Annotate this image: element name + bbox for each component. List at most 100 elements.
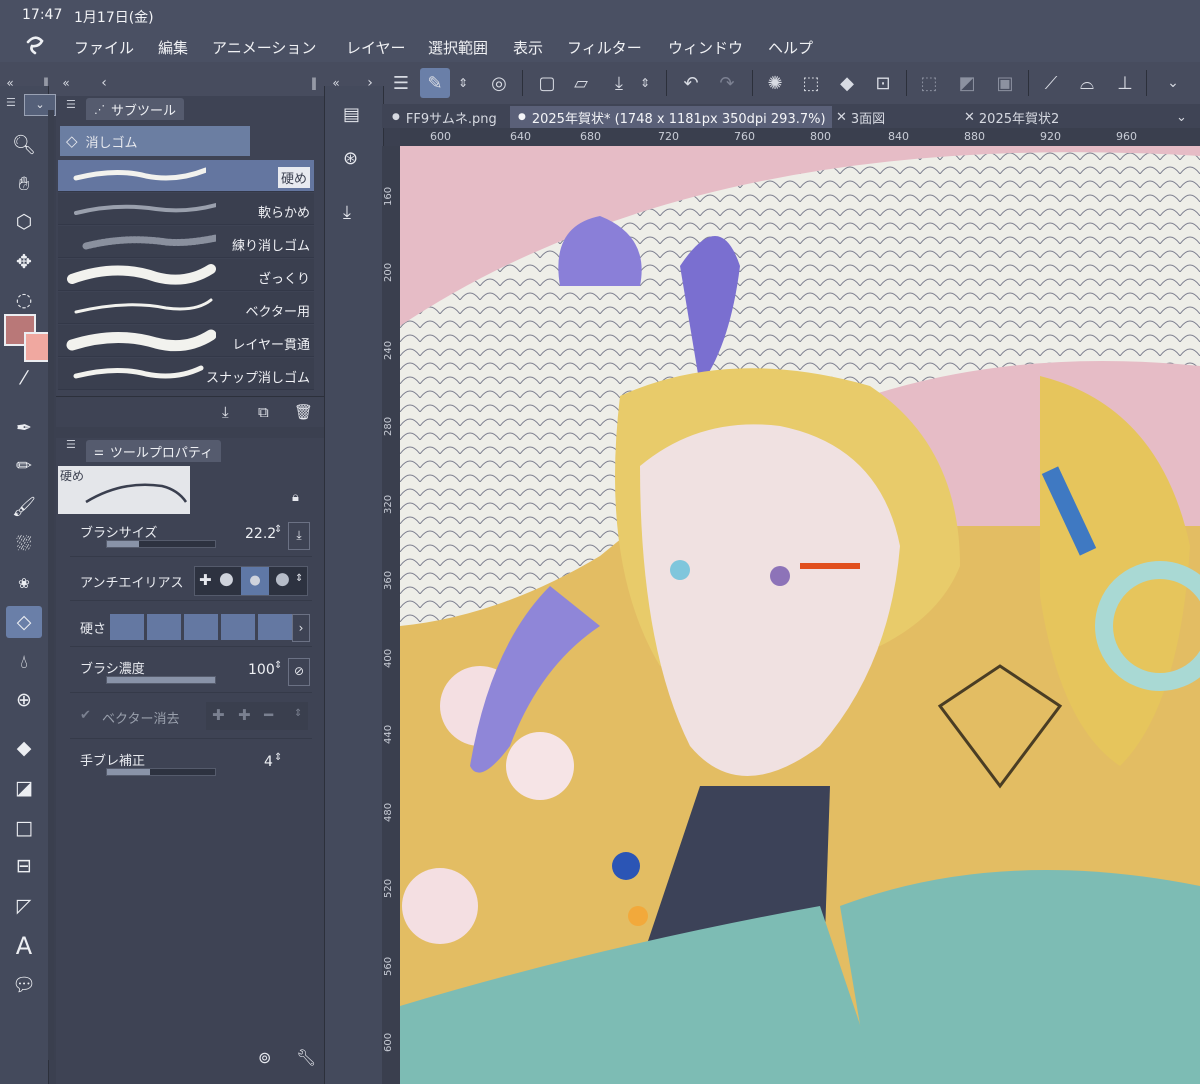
stabilization-value[interactable]: 4	[264, 754, 273, 770]
menu-filter[interactable]: フィルター	[567, 37, 642, 58]
brush-row-soft[interactable]: 軟らかめ	[58, 193, 314, 225]
tab-3view[interactable]: ✕ 3面図	[836, 106, 956, 128]
transform-icon[interactable]: ⊡	[868, 68, 898, 98]
antialias-medium-icon[interactable]: ●	[241, 567, 269, 595]
stabilization-slider[interactable]	[106, 768, 216, 776]
brush-row-kneaded[interactable]: 練り消しゴム	[58, 226, 314, 258]
hardness-step[interactable]	[258, 614, 292, 640]
initial-settings-icon[interactable]: ⊚	[258, 1048, 271, 1067]
zoom-icon[interactable]: 🔍︎	[6, 128, 42, 160]
drawing-canvas[interactable]	[400, 146, 1200, 1084]
brush-size-slider[interactable]	[106, 540, 216, 548]
updown-icon-2[interactable]: ⇕	[636, 68, 654, 98]
lasso-icon[interactable]: ◌	[6, 284, 42, 316]
airbrush-icon[interactable]: ⛆	[6, 528, 42, 560]
tool-scrollbar[interactable]	[48, 110, 54, 1060]
special-ruler-snap-icon[interactable]: ⌓	[1072, 68, 1102, 98]
text-icon[interactable]: A	[6, 930, 42, 962]
figure-icon[interactable]: ⊕	[6, 684, 42, 716]
blend-icon[interactable]: 💧︎	[6, 646, 42, 678]
panel-divider-icon-2[interactable]: ‖	[306, 68, 322, 98]
collapse-icon[interactable]: «	[56, 68, 76, 98]
close-icon[interactable]: ✕	[964, 110, 975, 125]
deselect-icon[interactable]: ⬚	[914, 68, 944, 98]
app-logo-icon[interactable]	[24, 34, 46, 56]
brush-row-snap[interactable]: スナップ消しゴム	[58, 358, 314, 390]
tab-nengajo2[interactable]: ✕ 2025年賀状2	[964, 106, 1114, 128]
new-file-icon[interactable]: ▢	[532, 68, 562, 98]
menu-help[interactable]: ヘルプ	[768, 37, 813, 58]
density-value[interactable]: 100	[248, 662, 275, 678]
tabs-menu-icon[interactable]: ⌄	[1176, 106, 1196, 128]
ruler-snap-icon[interactable]: ⟋	[1036, 68, 1066, 98]
menu-layer[interactable]: レイヤー	[346, 37, 406, 58]
fill-icon[interactable]: ◆	[6, 732, 42, 764]
brush-row-hard[interactable]: 硬め	[58, 160, 314, 192]
hand-icon[interactable]: ✋︎	[6, 168, 42, 200]
tab-ff9-thumb[interactable]: ● FF9サムネ.png	[382, 106, 516, 128]
copy-subtool-icon[interactable]: ⤓	[222, 403, 229, 421]
search-layer-icon[interactable]: ⊛	[343, 148, 358, 169]
chevron-right-icon[interactable]: ›	[292, 614, 310, 642]
antialias-none-icon[interactable]: ✚	[199, 571, 212, 589]
stepper-icon[interactable]: ⇕	[274, 752, 282, 763]
save-icon[interactable]: ⤓	[604, 68, 634, 98]
close-icon[interactable]: ✕	[836, 110, 847, 125]
panel-menu-icon[interactable]: ☰	[66, 98, 76, 111]
grid-snap-icon[interactable]: ⊥	[1110, 68, 1140, 98]
antialias-selector[interactable]: ✚ ● ● ● ⇕	[194, 566, 308, 596]
panel-menu-icon[interactable]: ☰	[66, 438, 76, 451]
trash-icon[interactable]: 🗑︎	[294, 403, 313, 421]
tab-subtool[interactable]: ⋰ サブツール	[86, 98, 185, 120]
checkbox-icon[interactable]: ✔	[80, 708, 91, 723]
hardness-step[interactable]	[221, 614, 255, 640]
redo-icon[interactable]: ↷	[712, 68, 742, 98]
pencil-icon[interactable]: ✏	[6, 450, 42, 482]
invert-selection-icon[interactable]: ◩	[952, 68, 982, 98]
hardness-step[interactable]	[147, 614, 181, 640]
lock-icon[interactable]: 🔒︎	[292, 490, 299, 505]
brush-row-vector[interactable]: ベクター用	[58, 292, 314, 324]
menu-edit[interactable]: 編集	[158, 37, 188, 58]
menu-selection[interactable]: 選択範囲	[428, 37, 488, 58]
download-material-icon[interactable]: ⤓	[343, 202, 351, 223]
open-folder-icon[interactable]: ▱	[566, 68, 596, 98]
antialias-strong-icon[interactable]: ●	[275, 569, 290, 589]
tab-nengajo[interactable]: ● 2025年賀状* (1748 x 1181px 350dpi 293.7%)	[510, 106, 832, 128]
brush-row-layer-through[interactable]: レイヤー貫通	[58, 325, 314, 357]
menu-window[interactable]: ウィンドウ	[668, 37, 743, 58]
eyedropper-icon[interactable]: ⁄	[6, 362, 42, 394]
tab-tool-property[interactable]: ⚌ ツールプロパティ	[86, 440, 222, 462]
pen-icon[interactable]: ✒	[6, 412, 42, 444]
ruler-icon[interactable]: ◸	[6, 890, 42, 922]
chevron-left-icon[interactable]: ‹	[94, 68, 114, 98]
navigator-icon[interactable]: ▤	[343, 104, 360, 125]
balloon-icon[interactable]: 💬︎	[6, 968, 42, 1000]
brush-size-value[interactable]: 22.2	[245, 526, 276, 542]
rectangle-icon[interactable]: □	[6, 812, 42, 844]
palette-menu-icon[interactable]: ☰	[6, 96, 20, 110]
frame-icon[interactable]: ⊟	[6, 850, 42, 882]
hardness-step[interactable]	[184, 614, 218, 640]
fill-bucket-icon[interactable]: ◆	[832, 68, 862, 98]
move-icon[interactable]: ✥	[6, 246, 42, 278]
hamburger-menu-icon[interactable]: ☰	[386, 68, 416, 98]
subtool-group-header[interactable]: ◇ 消しゴム	[60, 126, 250, 156]
hardness-step[interactable]	[110, 614, 144, 640]
brush-icon[interactable]: 🖌︎	[6, 490, 42, 522]
vector-erase-mode[interactable]: ✚ ✚ ━ ⇕	[206, 702, 308, 730]
stepper-icon[interactable]: ⇕	[295, 573, 303, 584]
updown-icon[interactable]: ⇕	[454, 68, 472, 98]
gradient-icon[interactable]: ◪	[6, 772, 42, 804]
wrench-icon[interactable]: 🔧︎	[296, 1048, 316, 1067]
chevron-down-icon[interactable]: ⌄	[1158, 68, 1188, 98]
clear-icon[interactable]: ⬚	[796, 68, 826, 98]
decoration-icon[interactable]: ❀	[6, 568, 42, 600]
selection-border-icon[interactable]: ▣	[990, 68, 1020, 98]
app-icon[interactable]: ◎	[484, 68, 514, 98]
menu-file[interactable]: ファイル	[74, 37, 134, 58]
menu-animation[interactable]: アニメーション	[212, 37, 316, 58]
antialias-weak-icon[interactable]: ●	[219, 569, 234, 589]
stepper-icon[interactable]: ⇕	[274, 524, 282, 535]
menu-view[interactable]: 表示	[513, 37, 543, 58]
